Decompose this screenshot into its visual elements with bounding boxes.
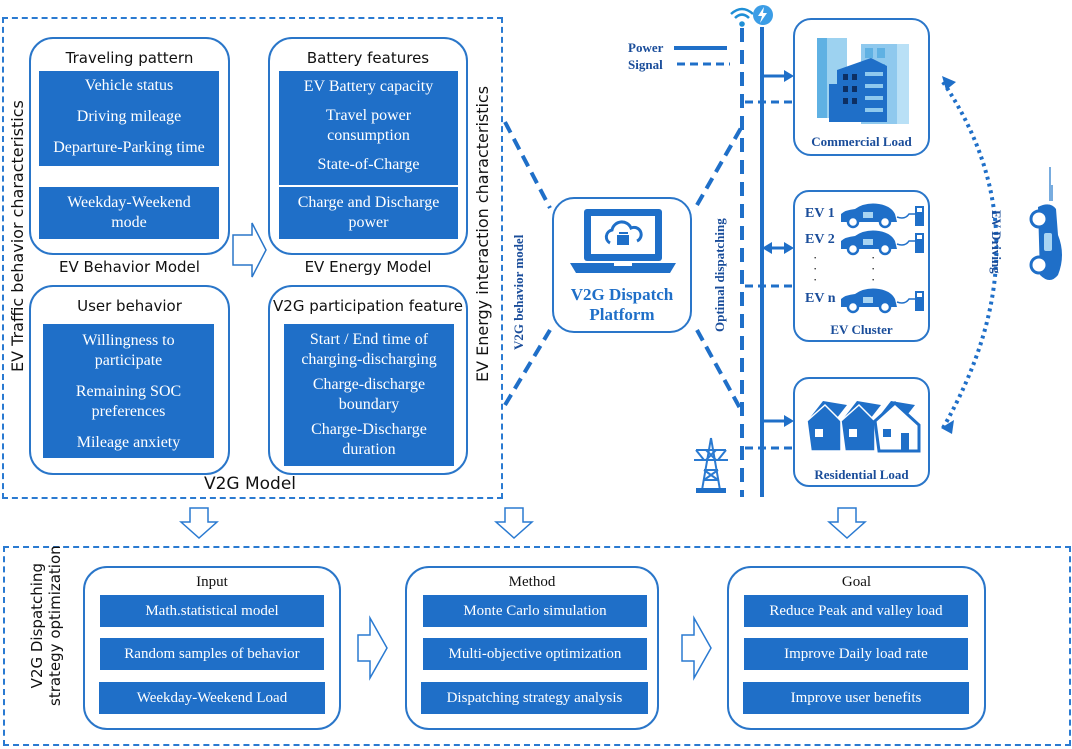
flow-arrow-right-icon <box>357 615 388 681</box>
flow-arrow-right-icon <box>681 615 712 681</box>
bottom-flow-arrows <box>357 615 712 681</box>
